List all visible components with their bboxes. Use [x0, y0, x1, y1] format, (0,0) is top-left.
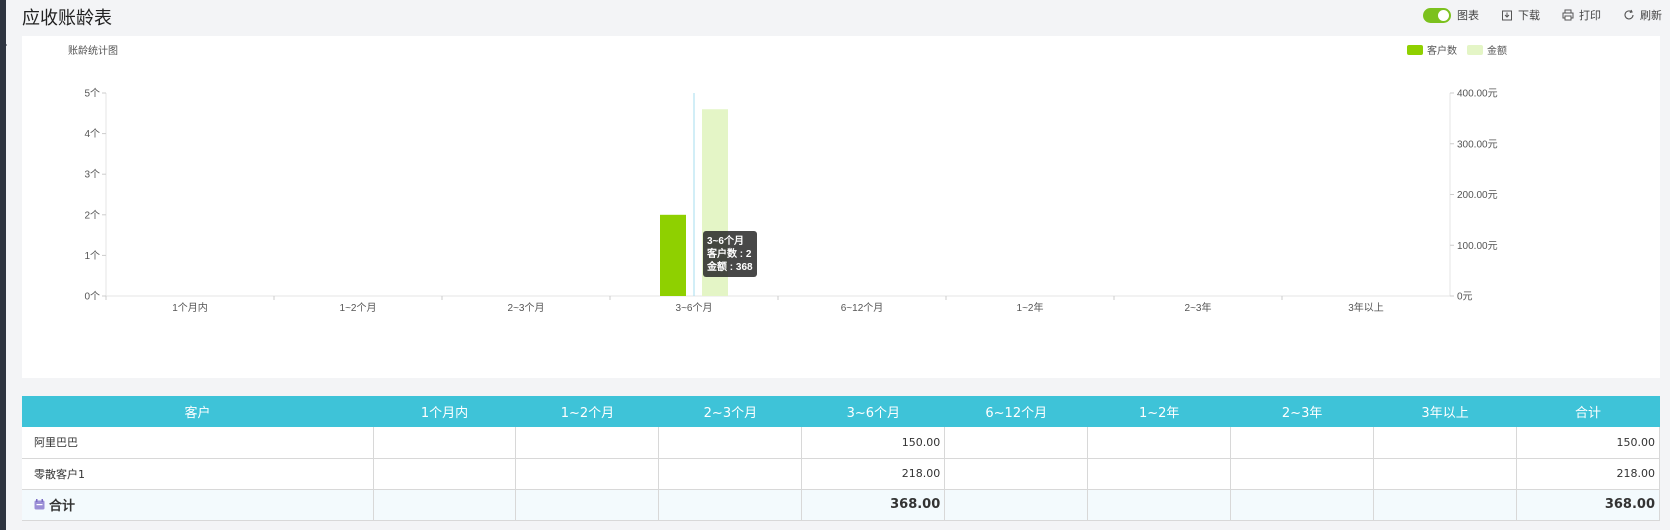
amount-cell — [944, 427, 1089, 459]
total-label: 合计 — [49, 499, 76, 514]
table-row[interactable]: 阿里巴巴 150.00 150.00 — [22, 427, 1660, 459]
print-button[interactable]: 打印 — [1562, 7, 1601, 23]
refresh-label: 刷新 — [1640, 9, 1662, 22]
x-tick-label: 1~2个月 — [340, 302, 377, 314]
amount-cell — [658, 427, 803, 459]
column-header[interactable]: 合计 — [1516, 396, 1660, 427]
total-amount-cell — [1230, 489, 1375, 521]
total-amount-cell — [1373, 489, 1518, 521]
amount-cell — [1373, 458, 1518, 490]
chart-title: 账龄统计图 — [68, 44, 118, 57]
aging-table: 客户 1个月内 1~2个月 2~3个月 3~6个月 6~12个月 1~2年 2~3年 3年以上合… — [22, 396, 1660, 521]
y-left-tick-label: 5个 — [84, 88, 100, 100]
print-icon — [1562, 9, 1574, 21]
page-title: 应收账龄表 — [22, 8, 112, 29]
y-left-tick-label: 4个 — [84, 128, 100, 140]
x-tick-label: 3~6个月 — [676, 302, 713, 314]
column-header[interactable]: 客户 — [22, 396, 374, 427]
legend-swatch[interactable] — [1407, 45, 1423, 55]
column-header[interactable]: 1~2年 — [1087, 396, 1231, 427]
tooltip-line: 3~6个月 — [707, 234, 744, 247]
bar-customer-count[interactable] — [660, 214, 686, 296]
amount-cell — [658, 458, 803, 490]
y-right-tick-label: 100.00元 — [1457, 241, 1498, 252]
amount-cell — [1087, 458, 1232, 490]
y-right-tick-label: 200.00元 — [1457, 190, 1498, 201]
y-left-tick-label: 1个 — [84, 250, 100, 262]
download-label: 下载 — [1518, 9, 1540, 22]
table-header-row: 客户 1个月内 1~2个月 2~3个月 3~6个月 6~12个月 1~2年 2~3年 3年以上合… — [22, 396, 1660, 427]
amount-cell — [1230, 458, 1375, 490]
amount-cell: 218.00 — [1516, 458, 1660, 490]
x-tick-label: 3年以上 — [1348, 301, 1384, 314]
refresh-icon — [1623, 9, 1635, 21]
total-amount-cell — [373, 489, 517, 521]
x-tick-label: 6~12个月 — [841, 302, 884, 314]
toolbar: 图表 下载 打印 刷新 — [1401, 7, 1662, 23]
aging-bar-chart: 账龄统计图 客户数 金额 0个 1个 2个 3个 4个 5个 0元 100.00元 200.00元… — [68, 44, 1507, 314]
chart-toggle[interactable]: 图表 — [1423, 7, 1479, 23]
amount-cell — [1230, 427, 1375, 459]
total-row: 合计 368.00 368.00 — [22, 489, 1660, 521]
download-button[interactable]: 下载 — [1501, 7, 1540, 23]
amount-cell — [515, 458, 660, 490]
total-amount-cell — [944, 489, 1089, 521]
amount-cell — [515, 427, 660, 459]
chart-toggle-label: 图表 — [1457, 9, 1479, 22]
y-left-tick-label: 0个 — [84, 291, 100, 303]
y-left-tick-label: 3个 — [84, 169, 100, 181]
legend-label[interactable]: 金额 — [1487, 44, 1507, 57]
tooltip-line: 客户数 : 2 — [706, 247, 752, 260]
total-amount-cell — [658, 489, 803, 521]
amount-cell: 150.00 — [1516, 427, 1660, 459]
x-tick-label: 2~3个月 — [508, 302, 545, 314]
total-amount-cell — [1087, 489, 1232, 521]
amount-cell — [1087, 427, 1232, 459]
total-sum-icon — [34, 499, 45, 510]
chart-panel: 账龄统计图 客户数 金额 0个 1个 2个 3个 4个 5个 0元 100.00元 200.00元… — [22, 36, 1660, 378]
total-amount-cell: 368.00 — [1516, 489, 1660, 521]
y-left-tick-label: 2个 — [84, 209, 100, 221]
chart-tooltip: 3~6个月客户数 : 2金额 : 368 — [703, 231, 757, 277]
column-header[interactable]: 1~2个月 — [515, 396, 659, 427]
legend-swatch[interactable] — [1467, 45, 1483, 55]
tooltip-line: 金额 : 368 — [706, 260, 753, 273]
total-amount-cell: 368.00 — [801, 489, 946, 521]
customer-name-cell: 阿里巴巴 — [22, 427, 374, 459]
chart-legend: 客户数 金额 — [1407, 44, 1507, 57]
amount-cell — [373, 458, 517, 490]
total-label-cell: 合计 — [22, 489, 374, 521]
left-sidebar-edge — [0, 0, 6, 530]
legend-label[interactable]: 客户数 — [1427, 44, 1457, 57]
aging-table-wrapper: 客户 1个月内 1~2个月 2~3个月 3~6个月 6~12个月 1~2年 2~3年 3年以上合… — [22, 396, 1660, 521]
amount-cell: 218.00 — [801, 458, 946, 490]
sidebar-collapse-handle[interactable] — [0, 38, 7, 52]
customer-name-cell: 零散客户1 — [22, 458, 374, 490]
y-right-tick-label: 0元 — [1457, 292, 1473, 303]
column-header[interactable]: 1个月内 — [373, 396, 516, 427]
print-label: 打印 — [1579, 9, 1601, 22]
amount-cell — [373, 427, 517, 459]
amount-cell: 150.00 — [801, 427, 946, 459]
y-right-tick-label: 400.00元 — [1457, 89, 1498, 100]
column-header[interactable]: 2~3个月 — [658, 396, 802, 427]
table-row[interactable]: 零散客户1 218.00 218.00 — [22, 458, 1660, 490]
total-amount-cell — [515, 489, 660, 521]
toggle-switch[interactable] — [1423, 7, 1451, 23]
y-right-tick-label: 300.00元 — [1457, 139, 1498, 150]
column-header[interactable]: 3~6个月 — [801, 396, 945, 427]
column-header[interactable]: 2~3年 — [1230, 396, 1374, 427]
x-tick-label: 1个月内 — [172, 301, 208, 314]
page-header: 应收账龄表 图表 下载 打印 刷新 — [22, 0, 1662, 32]
download-icon — [1501, 9, 1513, 21]
refresh-button[interactable]: 刷新 — [1623, 7, 1662, 23]
amount-cell — [944, 458, 1089, 490]
x-tick-label: 1~2年 — [1017, 301, 1044, 314]
column-header[interactable]: 3年以上 — [1373, 396, 1517, 427]
column-header[interactable]: 6~12个月 — [944, 396, 1088, 427]
x-tick-label: 2~3年 — [1185, 301, 1212, 314]
amount-cell — [1373, 427, 1518, 459]
